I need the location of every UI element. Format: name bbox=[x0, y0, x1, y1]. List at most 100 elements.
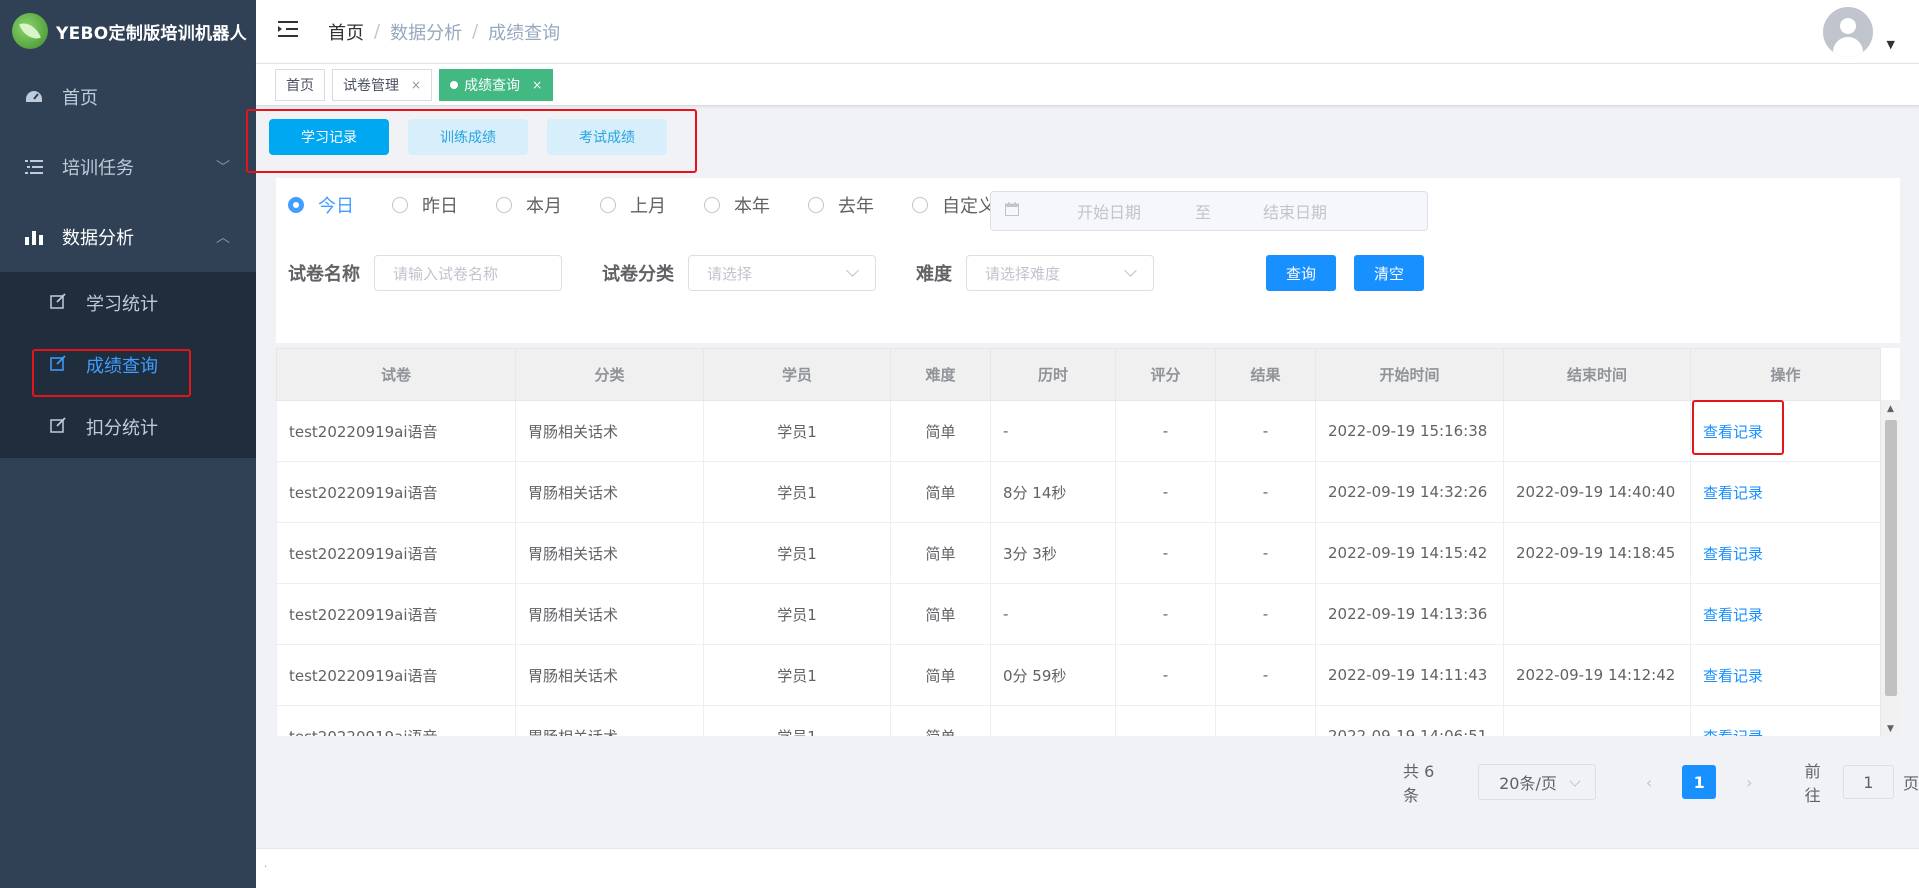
sidebar-subitem-label: 成绩查询 bbox=[86, 356, 158, 377]
radio-last-year[interactable]: 去年 bbox=[808, 192, 874, 218]
close-icon[interactable]: × bbox=[411, 78, 421, 92]
filter-row: 试卷名称 请输入试卷名称 试卷分类 请选择 难度 请选择难度 查询 清空 bbox=[288, 254, 1424, 292]
close-icon[interactable]: × bbox=[532, 78, 542, 92]
table-cell: 简单 bbox=[890, 705, 991, 736]
table-cell: - bbox=[1115, 583, 1216, 645]
table-cell: 简单 bbox=[890, 522, 991, 584]
table-cell: 查看记录 bbox=[1690, 644, 1881, 706]
query-button[interactable]: 查询 bbox=[1266, 255, 1336, 291]
tab-study-records[interactable]: 学习记录 bbox=[269, 119, 389, 155]
table-cell: - bbox=[1115, 400, 1216, 462]
radio-circle bbox=[808, 197, 824, 213]
radio-today[interactable]: 今日 bbox=[288, 192, 354, 218]
paper-name-input[interactable]: 请输入试卷名称 bbox=[374, 255, 562, 291]
breadcrumb-item-home[interactable]: 首页 bbox=[328, 19, 364, 45]
tag-score-query[interactable]: 成绩查询 × bbox=[439, 68, 554, 101]
column-header: 结果 bbox=[1215, 348, 1316, 401]
view-record-link[interactable]: 查看记录 bbox=[1703, 423, 1763, 441]
brand-title: YEBO定制版培训机器人 bbox=[56, 23, 247, 44]
table-cell: 3分 3秒 bbox=[990, 522, 1116, 584]
table-cell: - bbox=[1215, 644, 1316, 706]
paper-category-select[interactable]: 请选择 bbox=[688, 255, 876, 291]
radio-yesterday[interactable]: 昨日 bbox=[392, 192, 458, 218]
table-scrollbar[interactable]: ▲ ▼ bbox=[1880, 400, 1900, 736]
table-cell: - bbox=[1115, 522, 1216, 584]
table-cell: 2022-09-19 15:16:38 bbox=[1315, 400, 1504, 462]
sidebar-item-training-tasks[interactable]: 培训任务 ﹀ bbox=[0, 132, 256, 202]
table-row: test20220919ai语音 胃肠相关话术 学员1 简单 8分 14秒 - -2022-… bbox=[276, 461, 1881, 523]
table-cell: - bbox=[1215, 522, 1316, 584]
footer-text: . bbox=[264, 859, 268, 870]
page-number-1[interactable]: 1 bbox=[1682, 765, 1717, 799]
date-range-separator: 至 bbox=[1195, 203, 1212, 222]
tab-training-scores[interactable]: 训练成绩 bbox=[408, 119, 528, 155]
goto-page-input[interactable]: 1 bbox=[1842, 765, 1894, 799]
table-cell: - bbox=[1215, 583, 1316, 645]
sidebar-item-label: 数据分析 bbox=[62, 228, 134, 249]
table-cell: test20220919ai语音 bbox=[276, 644, 516, 706]
table-cell: 查看记录 bbox=[1690, 461, 1881, 523]
scroll-down-icon[interactable]: ▼ bbox=[1887, 724, 1894, 734]
table-cell: 胃肠相关话术 bbox=[515, 644, 704, 706]
scrollbar-thumb[interactable] bbox=[1885, 420, 1897, 696]
table-cell: 学员1 bbox=[703, 644, 891, 706]
table-cell bbox=[990, 705, 1116, 736]
hamburger-icon[interactable] bbox=[278, 19, 300, 44]
sidebar-subitem-study-stats[interactable]: 学习统计 bbox=[0, 272, 256, 334]
table-cell: 简单 bbox=[890, 644, 991, 706]
table-cell: - bbox=[1215, 461, 1316, 523]
tag-home[interactable]: 首页 bbox=[275, 68, 325, 101]
table-cell: - bbox=[990, 400, 1116, 462]
view-record-link[interactable]: 查看记录 bbox=[1703, 484, 1763, 502]
column-header: 操作 bbox=[1690, 348, 1881, 401]
radio-this-year[interactable]: 本年 bbox=[704, 192, 770, 218]
paper-name-label: 试卷名称 bbox=[288, 264, 360, 285]
prev-page-button[interactable]: ‹ bbox=[1638, 773, 1661, 792]
sidebar-item-data-analysis[interactable]: 数据分析 ︿ bbox=[0, 202, 256, 272]
page-size-select[interactable]: 20条/页 bbox=[1478, 764, 1596, 800]
view-record-link[interactable]: 查看记录 bbox=[1703, 606, 1763, 624]
column-header: 结束时间 bbox=[1503, 348, 1691, 401]
date-range-picker[interactable]: 开始日期 至 结束日期 bbox=[990, 191, 1428, 231]
sidebar-item-label: 首页 bbox=[62, 88, 98, 109]
end-date-input[interactable]: 结束日期 bbox=[1263, 199, 1327, 223]
sidebar-item-home[interactable]: 首页 bbox=[0, 62, 256, 132]
tag-paper-management[interactable]: 试卷管理 × bbox=[332, 68, 433, 101]
scroll-up-icon[interactable]: ▲ bbox=[1887, 404, 1894, 414]
radio-custom[interactable]: 自定义 bbox=[912, 192, 996, 218]
tab-exam-scores[interactable]: 考试成绩 bbox=[547, 119, 667, 155]
table-cell: 2022-09-19 14:11:43 bbox=[1315, 644, 1504, 706]
breadcrumb-item-score-query: 成绩查询 bbox=[488, 22, 561, 44]
table-row: test20220919ai语音 胃肠相关话术 学员1 简单 - - -2022-09-19… bbox=[276, 400, 1881, 462]
view-record-link[interactable]: 查看记录 bbox=[1703, 667, 1763, 685]
table-cell: 简单 bbox=[890, 400, 991, 462]
next-page-button[interactable]: › bbox=[1738, 773, 1761, 792]
avatar[interactable] bbox=[1823, 7, 1873, 57]
table-row: test20220919ai语音 胃肠相关话术 学员1 简单 0分 59秒 - -2022-… bbox=[276, 644, 1881, 706]
sidebar-subitem-deduction-stats[interactable]: 扣分统计 bbox=[0, 396, 256, 458]
table-row: test20220919ai语音胃肠相关话术学员1简单 2022-09-19 14… bbox=[276, 705, 1881, 737]
table-row: test20220919ai语音 胃肠相关话术 学员1 简单 3分 3秒 - -2022-0… bbox=[276, 522, 1881, 584]
clear-button[interactable]: 清空 bbox=[1354, 255, 1424, 291]
view-record-link[interactable]: 查看记录 bbox=[1703, 545, 1763, 563]
difficulty-select[interactable]: 请选择难度 bbox=[966, 255, 1154, 291]
calendar-icon bbox=[1005, 202, 1021, 220]
caret-down-icon[interactable]: ▼ bbox=[1887, 38, 1895, 51]
submenu-data-analysis: 学习统计 成绩查询 扣分统计 bbox=[0, 272, 256, 458]
radio-label: 本年 bbox=[734, 196, 770, 217]
column-header: 分类 bbox=[515, 348, 704, 401]
radio-last-month[interactable]: 上月 bbox=[600, 192, 666, 218]
start-date-input[interactable]: 开始日期 bbox=[1077, 199, 1141, 223]
column-header: 开始时间 bbox=[1315, 348, 1504, 401]
dashboard-icon bbox=[24, 87, 44, 107]
radio-this-month[interactable]: 本月 bbox=[496, 192, 562, 218]
paper-name-placeholder: 请输入试卷名称 bbox=[393, 264, 499, 283]
chevron-down-icon bbox=[1569, 775, 1581, 787]
radio-circle bbox=[392, 197, 408, 213]
column-header: 试卷 bbox=[276, 348, 516, 401]
table-cell bbox=[1503, 583, 1691, 645]
view-record-link[interactable]: 查看记录 bbox=[1703, 728, 1763, 737]
radio-circle bbox=[288, 197, 304, 213]
sidebar-subitem-score-query[interactable]: 成绩查询 bbox=[0, 334, 256, 396]
page-size-value: 20条/页 bbox=[1499, 774, 1557, 793]
